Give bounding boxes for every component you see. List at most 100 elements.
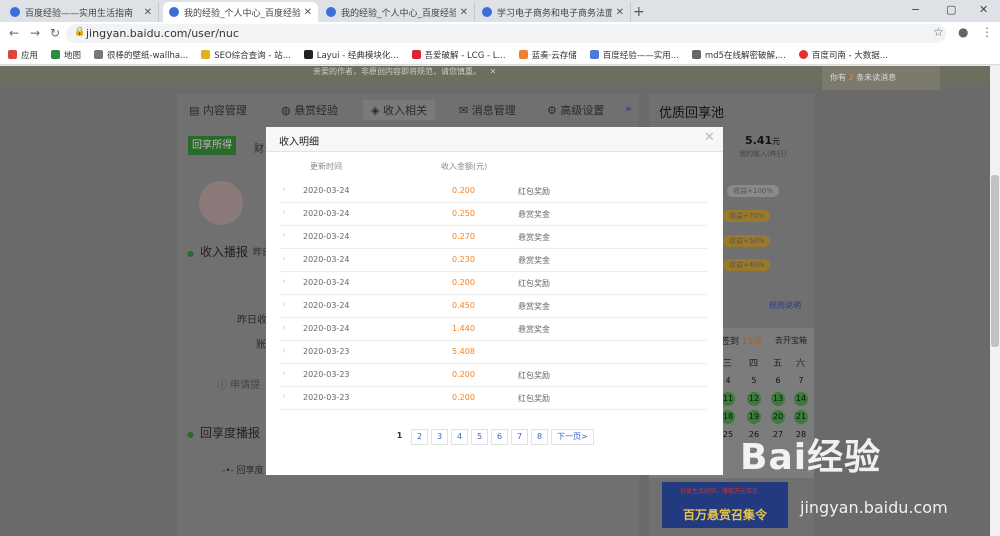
lock-icon[interactable]: 🔒	[74, 27, 85, 37]
income-row[interactable]: › 2020-03-23 5.408	[280, 341, 708, 364]
calendar-day[interactable]: 11	[721, 392, 735, 406]
dialog-close-icon[interactable]: ✕	[704, 130, 715, 145]
apply-withdraw-link[interactable]: ⓘ 申请提	[217, 376, 260, 391]
tab-messages[interactable]: ✉ 消息管理	[459, 102, 516, 118]
page-8-button[interactable]: 8	[531, 429, 548, 445]
bookmark-item[interactable]: md5在线解密破解,...	[691, 49, 786, 61]
bookmark-label: Layui - 经典模块化...	[316, 50, 399, 61]
tab-content-management[interactable]: ▤ 内容管理	[189, 102, 247, 118]
profile-icon[interactable]: ●	[958, 25, 968, 39]
income-row[interactable]: › 2020-03-24 0.450 悬赏奖金	[280, 295, 708, 318]
income-row[interactable]: › 2020-03-24 0.250 悬赏奖金	[280, 203, 708, 226]
page-1-button[interactable]: 1	[391, 429, 408, 445]
notice-close-icon[interactable]: ✕	[490, 67, 497, 76]
tab-label: 悬赏经验	[294, 104, 339, 117]
menu-dots-icon[interactable]: ⋮	[981, 25, 993, 39]
close-tab-icon[interactable]: ✕	[304, 7, 312, 18]
row-expand-chevron-icon[interactable]: ›	[282, 369, 286, 379]
bookmark-item[interactable]: 很棒的壁纸-wallha...	[94, 49, 188, 61]
calendar-day[interactable]: 19	[747, 410, 761, 424]
page-7-button[interactable]: 7	[511, 429, 528, 445]
income-row[interactable]: › 2020-03-23 0.200 红包奖励	[280, 364, 708, 387]
tab-income[interactable]: ◈ 收入相关	[363, 100, 435, 120]
bookmark-item[interactable]: 蓝奏·云存储	[518, 49, 577, 61]
income-row[interactable]: › 2020-03-24 1.440 悬赏奖金	[280, 318, 708, 341]
bookmark-item[interactable]: SEO综合查询 - 站...	[201, 49, 291, 61]
calendar-day[interactable]: 18	[721, 410, 735, 424]
next-page-button[interactable]: 下一页>	[551, 429, 594, 445]
row-expand-chevron-icon[interactable]: ›	[282, 231, 286, 241]
calendar-day[interactable]: 13	[771, 392, 785, 406]
minimize-button[interactable]: −	[911, 3, 920, 16]
rules-link[interactable]: 规则说明	[769, 300, 801, 311]
calendar-day[interactable]: 6	[771, 374, 785, 388]
open-chest-link[interactable]: 去开宝箱	[775, 335, 807, 346]
reload-icon[interactable]: ↻	[50, 26, 60, 40]
avatar[interactable]	[199, 181, 243, 225]
page-2-button[interactable]: 2	[411, 429, 428, 445]
baidu-paw-icon	[589, 50, 599, 59]
bookmark-item[interactable]: 应用	[8, 49, 38, 61]
row-expand-chevron-icon[interactable]: ›	[282, 254, 286, 264]
browser-tab[interactable]: 百度经验——实用生活指南 ✕	[4, 2, 159, 22]
close-tab-icon[interactable]: ✕	[144, 7, 152, 18]
bookmark-star-icon[interactable]: ☆	[933, 25, 944, 39]
page-3-button[interactable]: 3	[431, 429, 448, 445]
row-expand-chevron-icon[interactable]: ›	[282, 300, 286, 310]
income-row[interactable]: › 2020-03-24 0.230 悬赏奖金	[280, 249, 708, 272]
browser-tab[interactable]: 学习电子商务和电子商务法面临的 ✕	[476, 2, 631, 22]
income-row[interactable]: › 2020-03-24 0.200 红包奖励	[280, 272, 708, 295]
maximize-button[interactable]: ▢	[946, 3, 956, 16]
calendar-day[interactable]: 25	[721, 428, 735, 442]
calendar-day[interactable]: 12	[747, 392, 761, 406]
baidu-favicon-icon	[169, 7, 179, 17]
close-tab-icon[interactable]: ✕	[616, 7, 624, 18]
bookmark-item[interactable]: 吾爱破解 - LCG - L...	[411, 49, 506, 61]
bookmark-item[interactable]: Layui - 经典模块化...	[303, 49, 399, 61]
bonus-pill: 收益+70%	[723, 210, 771, 222]
yesterday-income-label: 昨日收	[237, 315, 267, 326]
income-row[interactable]: › 2020-03-23 0.200 红包奖励	[280, 387, 708, 410]
close-window-button[interactable]: ✕	[979, 3, 988, 16]
row-expand-chevron-icon[interactable]: ›	[282, 323, 286, 333]
calendar-day[interactable]: 4	[721, 374, 735, 388]
calendar-day[interactable]: 20	[771, 410, 785, 424]
income-share-button[interactable]: 回享所得	[188, 136, 236, 155]
finance-tab-partial[interactable]: 财	[254, 140, 264, 155]
calendar-day[interactable]: 5	[747, 374, 761, 388]
unread-message-tip[interactable]: 你有 2 条未读消息	[822, 66, 940, 90]
browser-tab[interactable]: 我的经验_个人中心_百度经验 ✕	[320, 2, 475, 22]
browser-tab-active[interactable]: 我的经验_个人中心_百度经验 ✕	[163, 2, 318, 22]
page-6-button[interactable]: 6	[491, 429, 508, 445]
row-expand-chevron-icon[interactable]: ›	[282, 346, 286, 356]
address-bar[interactable]: jingyan.baidu.com/user/nuc	[66, 24, 946, 43]
row-expand-chevron-icon[interactable]: ›	[282, 185, 286, 195]
checkin-days: 15天	[741, 337, 763, 347]
more-tabs-icon[interactable]: »	[625, 102, 632, 115]
calendar-day[interactable]: 21	[794, 410, 808, 424]
tab-label: 收入相关	[382, 104, 427, 117]
bookmark-item[interactable]: 百度经验——实用...	[589, 49, 679, 61]
scrollbar-thumb[interactable]	[991, 175, 999, 347]
page-4-button[interactable]: 4	[451, 429, 468, 445]
row-type: 悬赏奖金	[518, 256, 550, 265]
row-expand-chevron-icon[interactable]: ›	[282, 277, 286, 287]
bookmark-label: SEO综合查询 - 站...	[214, 50, 291, 61]
tab-bounty[interactable]: ◍ 悬赏经验	[281, 102, 338, 118]
page-5-button[interactable]: 5	[471, 429, 488, 445]
row-expand-chevron-icon[interactable]: ›	[282, 392, 286, 402]
close-tab-icon[interactable]: ✕	[460, 7, 468, 18]
new-tab-button[interactable]: +	[633, 4, 645, 20]
bookmark-label: 蓝奏·云存储	[531, 50, 577, 61]
row-expand-chevron-icon[interactable]: ›	[282, 208, 286, 218]
forward-arrow-icon[interactable]: →	[30, 26, 40, 40]
bookmark-label: 很棒的壁纸-wallha...	[107, 50, 189, 61]
bookmark-item[interactable]: 百度司南 - 大数据...	[798, 49, 888, 61]
bookmark-item[interactable]: 地图	[51, 49, 81, 61]
calendar-day[interactable]: 7	[794, 374, 808, 388]
calendar-day[interactable]: 14	[794, 392, 808, 406]
back-arrow-icon[interactable]: ←	[9, 26, 19, 40]
income-row[interactable]: › 2020-03-24 0.200 红包奖励	[280, 180, 708, 203]
income-row[interactable]: › 2020-03-24 0.270 悬赏奖金	[280, 226, 708, 249]
tab-advanced-settings[interactable]: ⚙ 高级设置	[547, 102, 604, 118]
